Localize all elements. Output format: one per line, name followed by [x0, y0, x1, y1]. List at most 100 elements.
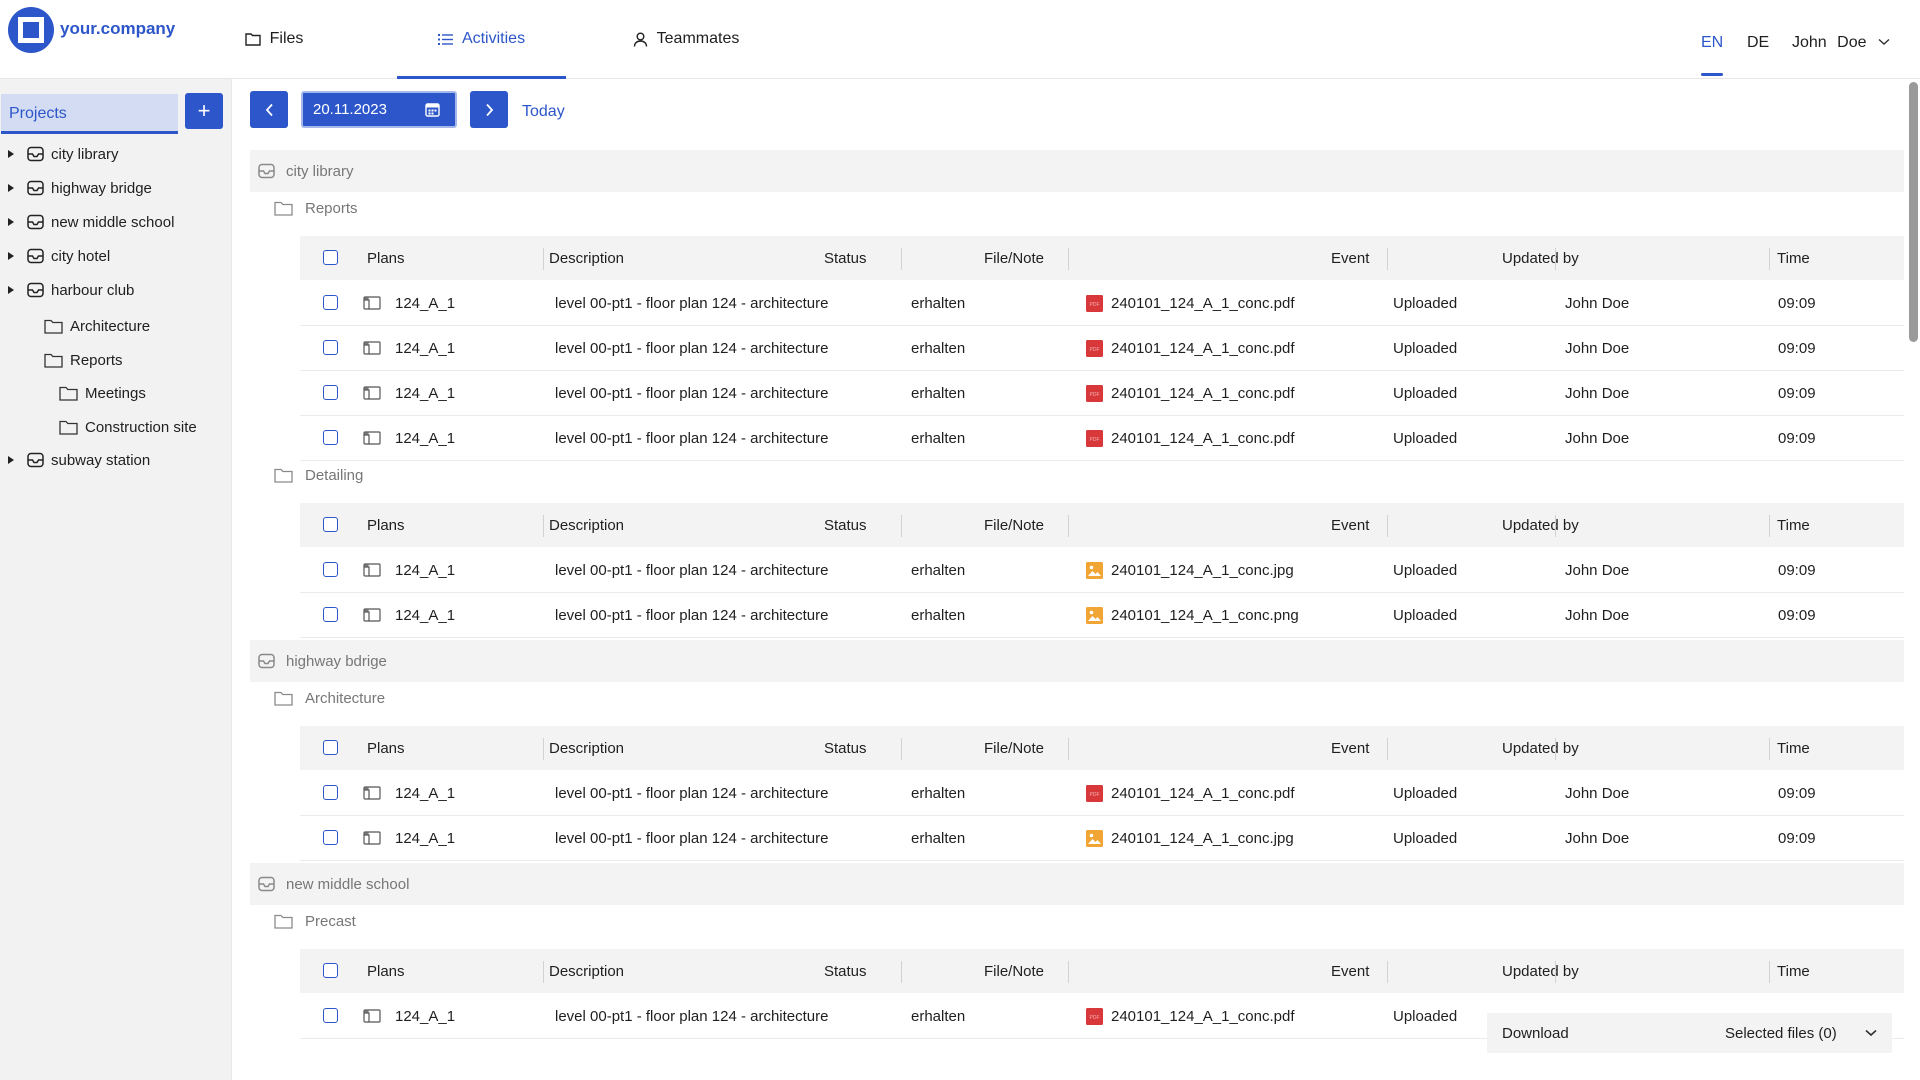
file-name: 240101_124_A_1_conc.jpg	[1111, 829, 1294, 847]
download-bar[interactable]: Download Selected files (0)	[1487, 1013, 1892, 1053]
sidebar-item-highway-bridge[interactable]: highway bridge	[8, 177, 152, 199]
sidebar-item-construction-site[interactable]: Construction site	[59, 416, 197, 438]
image-file-icon	[1086, 607, 1103, 624]
expand-caret-icon[interactable]	[8, 252, 14, 260]
column-separator[interactable]	[901, 738, 902, 760]
table-row[interactable]: 124_A_1 level 00-pt1 - floor plan 124 - a…	[300, 593, 1904, 638]
column-separator[interactable]	[1068, 248, 1069, 270]
select-all-checkbox[interactable]	[323, 963, 338, 978]
column-separator[interactable]	[1387, 248, 1388, 270]
row-checkbox[interactable]	[323, 340, 338, 355]
tab-teammates-label: Teammates	[656, 30, 740, 47]
chevron-down-icon[interactable]	[1865, 1029, 1877, 1037]
column-header-event: Event	[1331, 249, 1370, 267]
table-row[interactable]: 124_A_1 level 00-pt1 - floor plan 124 - a…	[300, 326, 1904, 371]
table-row[interactable]: 124_A_1 level 00-pt1 - floor plan 124 - a…	[300, 771, 1904, 816]
event: Uploaded	[1393, 561, 1458, 579]
user-menu[interactable]: John Doe	[1792, 34, 1867, 52]
user-last-name: Doe	[1837, 34, 1867, 51]
column-separator[interactable]	[1769, 515, 1770, 537]
column-separator[interactable]	[1555, 248, 1556, 270]
event: Uploaded	[1393, 1007, 1458, 1025]
tab-teammates[interactable]: Teammates	[632, 0, 740, 78]
table-row[interactable]: 124_A_1 level 00-pt1 - floor plan 124 - a…	[300, 816, 1904, 861]
select-all-checkbox[interactable]	[323, 250, 338, 265]
expand-caret-icon[interactable]	[8, 150, 14, 158]
column-separator[interactable]	[1068, 738, 1069, 760]
table-row[interactable]: 124_A_1 level 00-pt1 - floor plan 124 - a…	[300, 416, 1904, 461]
column-separator[interactable]	[1769, 738, 1770, 760]
row-checkbox[interactable]	[323, 785, 338, 800]
event: Uploaded	[1393, 429, 1458, 447]
sidebar-item-harbour-club[interactable]: harbour club	[8, 279, 134, 301]
column-header-file-note: File/Note	[984, 516, 1045, 534]
expand-caret-icon[interactable]	[8, 218, 14, 226]
column-separator[interactable]	[543, 248, 544, 270]
expand-caret-icon[interactable]	[8, 286, 14, 294]
file-name: 240101_124_A_1_conc.pdf	[1111, 1007, 1295, 1025]
time: 09:09	[1778, 561, 1816, 579]
today-link[interactable]: Today	[522, 103, 565, 121]
column-separator[interactable]	[901, 515, 902, 537]
column-separator[interactable]	[1555, 515, 1556, 537]
calendar-icon[interactable]	[425, 102, 440, 117]
select-all-checkbox[interactable]	[323, 517, 338, 532]
language-en[interactable]: EN	[1701, 34, 1724, 76]
plan-name: 124_A_1	[395, 1007, 456, 1025]
column-separator[interactable]	[543, 961, 544, 983]
row-checkbox[interactable]	[323, 607, 338, 622]
row-checkbox[interactable]	[323, 430, 338, 445]
expand-caret-icon[interactable]	[8, 184, 14, 192]
column-separator[interactable]	[1387, 961, 1388, 983]
column-separator[interactable]	[1068, 515, 1069, 537]
pdf-file-icon: PDF	[1086, 785, 1103, 802]
svg-text:PDF: PDF	[1090, 437, 1100, 443]
expand-caret-icon[interactable]	[8, 456, 14, 464]
column-separator[interactable]	[543, 515, 544, 537]
updated-by: John Doe	[1565, 784, 1630, 802]
sidebar-item-subway-station[interactable]: subway station	[8, 449, 150, 471]
tab-files[interactable]: Files	[244, 0, 304, 78]
column-separator[interactable]	[543, 738, 544, 760]
tree-icon-wrapper	[44, 353, 63, 368]
status: erhalten	[911, 1007, 966, 1025]
column-separator[interactable]	[1769, 961, 1770, 983]
select-all-checkbox[interactable]	[323, 740, 338, 755]
column-header-plans: Plans	[367, 249, 405, 267]
column-separator[interactable]	[1555, 738, 1556, 760]
table-row[interactable]: 124_A_1 level 00-pt1 - floor plan 124 - a…	[300, 548, 1904, 593]
sidebar-item-reports[interactable]: Reports	[44, 349, 123, 371]
table-row[interactable]: 124_A_1 level 00-pt1 - floor plan 124 - a…	[300, 371, 1904, 416]
row-checkbox[interactable]	[323, 830, 338, 845]
column-header-file-note: File/Note	[984, 739, 1045, 757]
time: 09:09	[1778, 384, 1816, 402]
table-row[interactable]: 124_A_1 level 00-pt1 - floor plan 124 - a…	[300, 281, 1904, 326]
language-de[interactable]: DE	[1747, 34, 1769, 52]
column-separator[interactable]	[1769, 248, 1770, 270]
column-separator[interactable]	[901, 961, 902, 983]
row-checkbox[interactable]	[323, 562, 338, 577]
column-header-status: Status	[824, 516, 867, 534]
column-separator[interactable]	[1068, 961, 1069, 983]
add-project-button[interactable]: +	[185, 93, 223, 129]
row-checkbox[interactable]	[323, 385, 338, 400]
column-separator[interactable]	[901, 248, 902, 270]
next-day-button[interactable]	[470, 91, 508, 128]
sidebar-item-city-library[interactable]: city library	[8, 143, 119, 165]
row-checkbox[interactable]	[323, 1008, 338, 1023]
vertical-scrollbar[interactable]	[1909, 82, 1918, 342]
sidebar-item-meetings[interactable]: Meetings	[59, 382, 146, 404]
chevron-down-icon[interactable]	[1878, 38, 1890, 46]
sidebar-item-new-middle-school[interactable]: new middle school	[8, 211, 174, 233]
column-separator[interactable]	[1387, 738, 1388, 760]
column-separator[interactable]	[1555, 961, 1556, 983]
date-picker[interactable]: 20.11.2023	[301, 91, 457, 128]
projects-tab[interactable]: Projects	[1, 94, 178, 134]
tab-activities[interactable]: Activities	[397, 0, 566, 79]
row-checkbox[interactable]	[323, 295, 338, 310]
previous-day-button[interactable]	[250, 91, 288, 128]
tree-icon-wrapper	[27, 282, 44, 298]
sidebar-item-architecture[interactable]: Architecture	[44, 315, 150, 337]
column-separator[interactable]	[1387, 515, 1388, 537]
sidebar-item-city-hotel[interactable]: city hotel	[8, 245, 110, 267]
